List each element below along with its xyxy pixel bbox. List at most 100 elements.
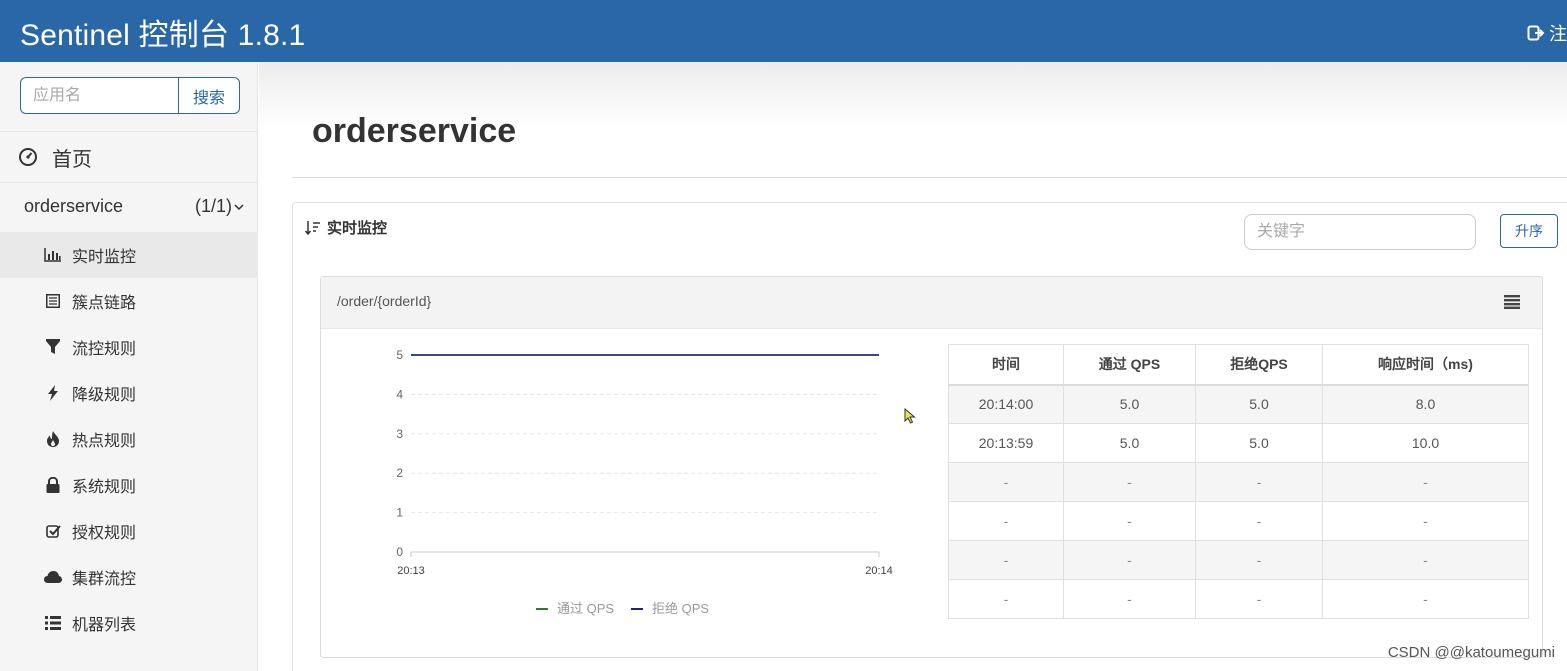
qps-line-chart: 0 1 2 3 4 5 20:13 20:14 通过 QPS 拒绝 QPS bbox=[396, 348, 893, 616]
sidebar-app-orderservice[interactable]: orderservice (1/1) bbox=[24, 196, 244, 217]
app-instance-count: (1/1) bbox=[195, 196, 244, 217]
sidebar-item-cluster-link[interactable]: 簇点链路 bbox=[0, 278, 258, 324]
table-cell: - bbox=[1322, 540, 1529, 580]
column-header[interactable]: 拒绝QPS bbox=[1195, 344, 1323, 386]
table-cell: 20:13:59 bbox=[948, 423, 1064, 463]
table-cell: 8.0 bbox=[1322, 384, 1529, 424]
sort-asc-button[interactable]: 升序 bbox=[1500, 214, 1558, 248]
sidebar-item-machine-list[interactable]: 机器列表 bbox=[0, 600, 258, 646]
keyword-input[interactable] bbox=[1244, 214, 1476, 250]
logout-label: 注 bbox=[1549, 24, 1567, 44]
lock-icon bbox=[44, 476, 62, 494]
menu-label: 系统规则 bbox=[72, 479, 137, 496]
table-cell: - bbox=[1195, 501, 1323, 541]
table-row: - - - - bbox=[948, 540, 1529, 580]
table-cell: - bbox=[1063, 462, 1196, 502]
resource-card-header: /order/{orderId} bbox=[321, 277, 1542, 329]
table-cell: - bbox=[1063, 501, 1196, 541]
menu-icon[interactable] bbox=[1504, 295, 1520, 309]
chevron-down-icon bbox=[234, 203, 244, 210]
resource-name: /order/{orderId} bbox=[337, 293, 432, 309]
filter-icon bbox=[44, 338, 62, 356]
table-cell: 10.0 bbox=[1322, 423, 1529, 463]
menu-label: 热点规则 bbox=[72, 433, 137, 450]
x-tick-label: 20:13 bbox=[397, 565, 425, 577]
sort-icon bbox=[305, 220, 320, 235]
brand-title[interactable]: Sentinel 控制台 1.8.1 bbox=[20, 10, 305, 54]
table-row: - - - - bbox=[948, 501, 1529, 541]
app-search: 搜索 bbox=[20, 77, 240, 114]
sidebar-item-auth-rules[interactable]: 授权规则 bbox=[0, 508, 258, 554]
menu-label: 授权规则 bbox=[72, 525, 137, 542]
table-cell: - bbox=[1322, 579, 1529, 619]
top-navbar: Sentinel 控制台 1.8.1 注 bbox=[0, 0, 1567, 62]
cloud-icon bbox=[44, 568, 62, 586]
dashboard-icon bbox=[19, 148, 37, 166]
app-menu: 实时监控 簇点链路 流控规则 降级规则 热点规则 系统规则 授权规则 集群流控 … bbox=[0, 232, 258, 646]
qps-table: 时间 通过 QPS 拒绝QPS 响应时间（ms) 20:14:00 5.0 5.… bbox=[948, 344, 1529, 619]
sidebar-item-hotspot-rules[interactable]: 热点规则 bbox=[0, 416, 258, 462]
table-cell: - bbox=[948, 579, 1064, 619]
panel-title: 实时监控 bbox=[327, 220, 388, 237]
panel-heading: 实时监控 bbox=[305, 217, 387, 238]
column-header[interactable]: 响应时间（ms) bbox=[1322, 344, 1529, 386]
home-label: 首页 bbox=[52, 148, 92, 171]
table-cell: 5.0 bbox=[1063, 423, 1196, 463]
table-cell: - bbox=[1322, 462, 1529, 502]
table-row: 20:13:59 5.0 5.0 10.0 bbox=[948, 423, 1529, 463]
table-cell: - bbox=[1063, 579, 1196, 619]
menu-label: 集群流控 bbox=[72, 571, 137, 588]
realtime-monitor-panel: 实时监控 升序 /order/{orderId} 0 1 2 3 4 5 20:13 20:1… bbox=[292, 202, 1567, 671]
sidebar-divider bbox=[0, 182, 258, 183]
check-icon bbox=[44, 522, 62, 540]
y-tick-label: 4 bbox=[396, 387, 403, 401]
sidebar-item-realtime-monitor[interactable]: 实时监控 bbox=[0, 232, 258, 278]
sidebar-item-cluster-flow[interactable]: 集群流控 bbox=[0, 554, 258, 600]
mouse-cursor-icon bbox=[904, 408, 916, 424]
table-row: 20:14:00 5.0 5.0 8.0 bbox=[948, 384, 1529, 424]
y-tick-label: 0 bbox=[396, 545, 403, 559]
table-cell: - bbox=[948, 462, 1064, 502]
table-cell: - bbox=[948, 540, 1064, 580]
table-cell: 20:14:00 bbox=[948, 384, 1064, 424]
table-cell: - bbox=[1063, 540, 1196, 580]
app-count-text: (1/1) bbox=[194, 196, 232, 216]
x-tick-label: 20:14 bbox=[865, 565, 893, 577]
table-cell: 5.0 bbox=[1195, 384, 1323, 424]
table-cell: 5.0 bbox=[1195, 423, 1323, 463]
table-cell: - bbox=[1195, 540, 1323, 580]
page-title: orderservice bbox=[312, 112, 517, 150]
title-divider bbox=[292, 177, 1567, 178]
resource-card: /order/{orderId} 0 1 2 3 4 5 20:13 20:14 通过 QPS 拒… bbox=[320, 276, 1543, 658]
y-tick-label: 5 bbox=[396, 348, 403, 362]
sidebar-item-flow-rules[interactable]: 流控规则 bbox=[0, 324, 258, 370]
y-tick-label: 2 bbox=[396, 466, 403, 480]
app-name: orderservice bbox=[24, 196, 124, 216]
fire-icon bbox=[44, 430, 62, 448]
table-cell: - bbox=[1322, 501, 1529, 541]
app-search-button[interactable]: 搜索 bbox=[178, 77, 240, 114]
watermark: CSDN @@katoumegumi bbox=[1387, 644, 1555, 661]
column-header[interactable]: 时间 bbox=[948, 344, 1064, 386]
menu-label: 实时监控 bbox=[72, 249, 137, 266]
table-row: - - - - bbox=[948, 462, 1529, 502]
menu-label: 降级规则 bbox=[72, 387, 137, 404]
sidebar-item-system-rules[interactable]: 系统规则 bbox=[0, 462, 258, 508]
table-cell: - bbox=[1195, 579, 1323, 619]
list-view-icon bbox=[44, 614, 62, 632]
menu-label: 流控规则 bbox=[72, 341, 137, 358]
y-tick-label: 3 bbox=[396, 427, 403, 441]
table-cell: - bbox=[948, 501, 1064, 541]
logout-button[interactable]: 注 bbox=[1527, 20, 1567, 46]
menu-label: 簇点链路 bbox=[72, 295, 137, 312]
app-search-input[interactable] bbox=[20, 77, 178, 114]
sidebar: 搜索 首页 orderservice (1/1) 实时监控 簇点链路 bbox=[0, 62, 258, 671]
table-row: - - - - bbox=[948, 579, 1529, 619]
sidebar-item-home[interactable]: 首页 bbox=[18, 144, 92, 171]
sidebar-item-degrade-rules[interactable]: 降级规则 bbox=[0, 370, 258, 416]
logout-icon bbox=[1527, 25, 1545, 41]
menu-label: 机器列表 bbox=[72, 617, 137, 634]
list-icon bbox=[44, 292, 62, 310]
column-header[interactable]: 通过 QPS bbox=[1063, 344, 1196, 386]
sidebar-divider bbox=[0, 131, 258, 132]
